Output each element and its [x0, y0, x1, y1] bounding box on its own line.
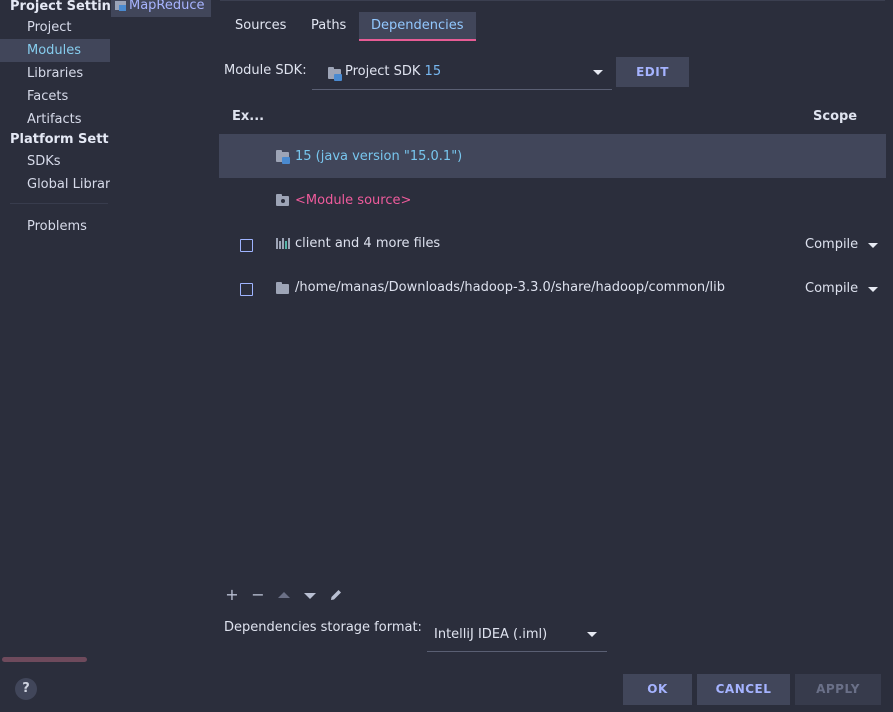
sidebar-item-modules[interactable]: Modules [0, 39, 110, 62]
table-row[interactable]: client and 4 more files Compile [219, 222, 886, 266]
sidebar-item-problems[interactable]: Problems [0, 215, 110, 238]
sdk-name: Project SDK [345, 64, 421, 79]
edit-sdk-button[interactable]: EDIT [616, 57, 689, 87]
column-header-scope[interactable]: Scope [813, 109, 857, 124]
cancel-button[interactable]: CANCEL [697, 674, 790, 705]
tab-dependencies[interactable]: Dependencies [359, 12, 476, 41]
jdk-folder-icon [328, 67, 342, 81]
sdk-version: 15 [424, 64, 442, 79]
sidebar-item-sdks[interactable]: SDKs [0, 150, 110, 173]
library-icon [276, 238, 290, 249]
chevron-down-icon [593, 70, 603, 75]
sidebar-item-facets[interactable]: Facets [0, 85, 110, 108]
column-header-export[interactable]: Ex... [232, 109, 264, 124]
sidebar-item-artifacts[interactable]: Artifacts [0, 108, 110, 131]
tab-sources[interactable]: Sources [223, 12, 298, 41]
sidebar-item-libraries[interactable]: Libraries [0, 62, 110, 85]
ok-button[interactable]: OK [623, 674, 692, 705]
scope-dropdown[interactable]: Compile [805, 237, 858, 252]
module-icon [115, 1, 126, 11]
module-sdk-label: Module SDK: [224, 63, 307, 78]
tab-paths[interactable]: Paths [299, 12, 358, 41]
remove-dependency-button[interactable]: − [250, 587, 266, 603]
folder-icon [276, 282, 289, 294]
move-up-button[interactable] [278, 592, 290, 598]
source-folder-icon [276, 194, 289, 206]
sidebar-divider [10, 203, 108, 204]
table-row[interactable]: 15 (java version "15.0.1") [219, 134, 886, 178]
table-row[interactable]: /home/manas/Downloads/hadoop-3.3.0/share… [219, 266, 886, 310]
module-name: MapReduce [129, 0, 205, 13]
project-settings-header: Project Settin [10, 0, 110, 14]
settings-sidebar: Project Settin Project Modules Libraries… [0, 0, 110, 712]
storage-format-label: Dependencies storage format: [224, 620, 422, 635]
module-tree-item[interactable]: MapReduce [111, 0, 211, 17]
chevron-down-icon[interactable] [868, 243, 878, 248]
storage-format-dropdown[interactable]: IntelliJ IDEA (.iml) [427, 620, 607, 652]
sidebar-item-global-libraries[interactable]: Global Librar [0, 173, 110, 196]
edit-pencil-icon[interactable] [329, 588, 343, 602]
scope-dropdown[interactable]: Compile [805, 281, 858, 296]
chevron-down-icon[interactable] [868, 287, 878, 292]
dependency-name: client and 4 more files [295, 236, 441, 251]
move-down-button[interactable] [304, 593, 316, 599]
dependency-name: <Module source> [295, 193, 412, 208]
export-checkbox[interactable] [240, 283, 253, 296]
jdk-folder-icon [276, 150, 290, 164]
module-sdk-dropdown[interactable]: Project SDK 15 [312, 58, 612, 90]
sidebar-item-project[interactable]: Project [0, 16, 110, 39]
name-field-border [220, 0, 885, 1]
dependency-name: /home/manas/Downloads/hadoop-3.3.0/share… [295, 280, 726, 295]
add-dependency-button[interactable]: + [224, 587, 240, 603]
dependency-name: 15 (java version "15.0.1") [295, 149, 463, 164]
storage-format-value: IntelliJ IDEA (.iml) [434, 627, 548, 642]
table-row[interactable]: <Module source> [219, 178, 886, 222]
platform-settings-header: Platform Sett [10, 132, 109, 147]
export-checkbox[interactable] [240, 239, 253, 252]
help-button[interactable]: ? [15, 678, 37, 700]
chevron-down-icon [587, 632, 597, 637]
apply-button[interactable]: APPLY [795, 674, 881, 705]
sidebar-scrollbar[interactable] [2, 657, 87, 662]
